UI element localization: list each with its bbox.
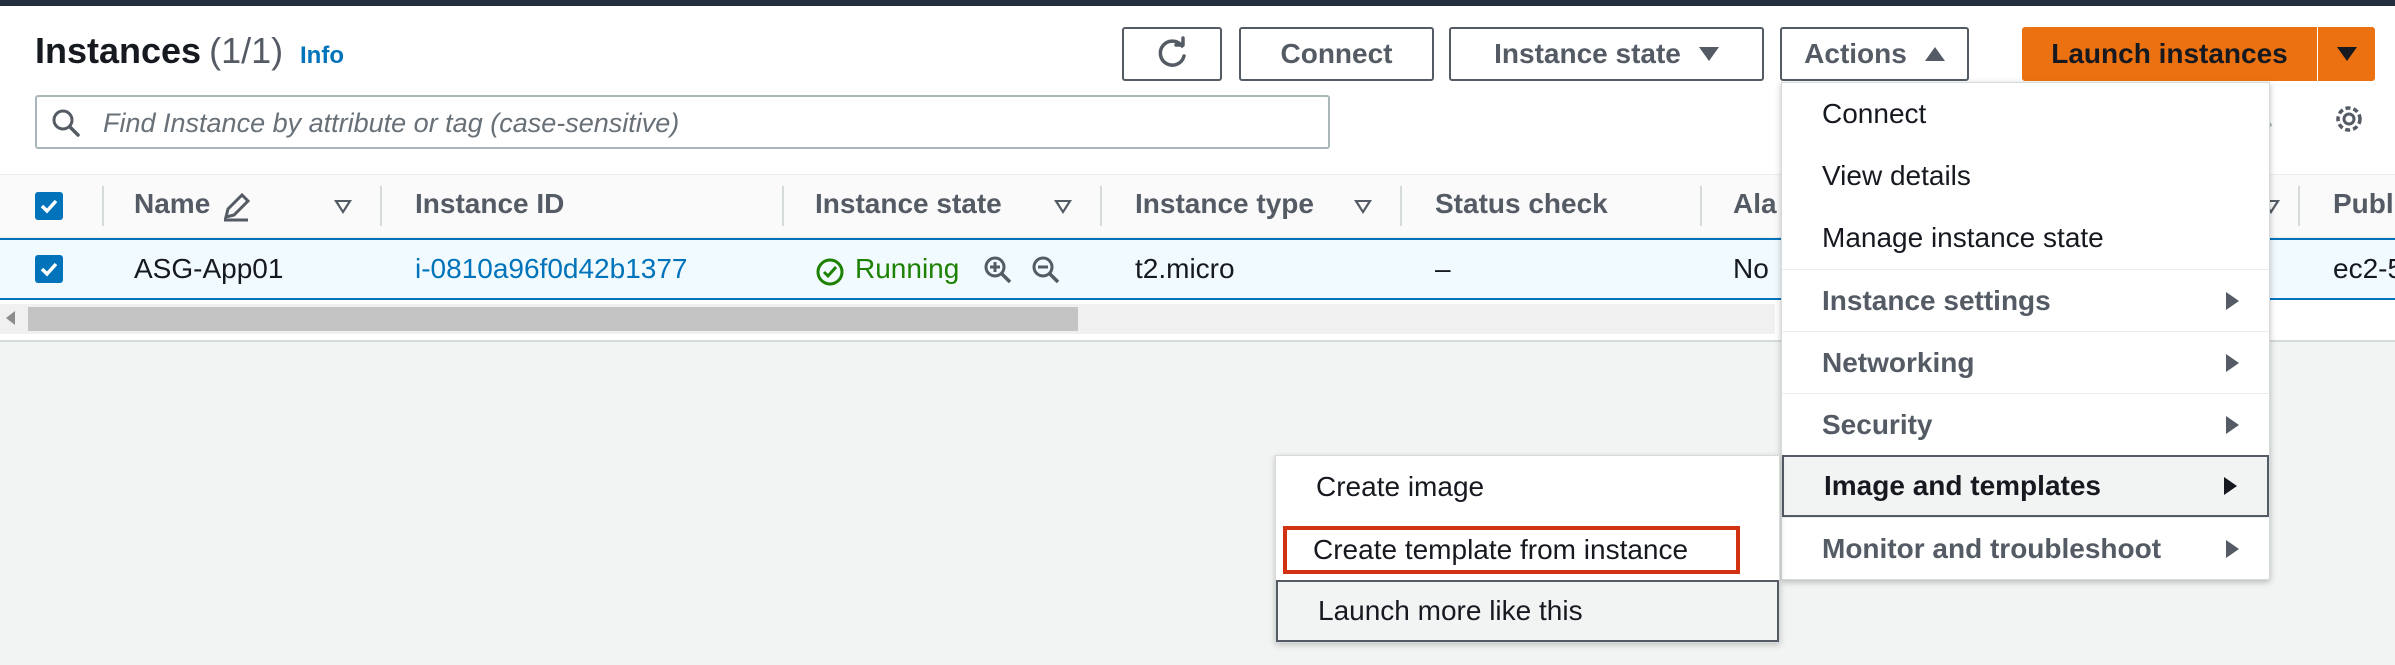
image-templates-submenu: Create image Create template from instan…: [1275, 455, 1780, 643]
column-name[interactable]: Name: [134, 188, 210, 220]
menu-item-label: View details: [1822, 160, 1971, 191]
alarm-status-value: No: [1733, 253, 1769, 284]
chevron-down-icon: [2336, 47, 2357, 61]
chevron-up-icon: [1924, 47, 1945, 61]
column-status-check[interactable]: Status check: [1435, 188, 1608, 220]
check-icon: [40, 262, 58, 277]
public-dns-value: ec2-5: [2333, 253, 2395, 284]
search-placeholder: Find Instance by attribute or tag (case-…: [103, 108, 680, 138]
launch-instances-button[interactable]: Launch instances: [2022, 27, 2317, 81]
refresh-icon: [1158, 36, 1186, 67]
instance-name: ASG-App01: [134, 253, 284, 284]
submenu-item-label: Create image: [1316, 471, 1485, 502]
column-alarm-status[interactable]: Ala: [1733, 188, 1777, 220]
menu-item-security[interactable]: Security: [1782, 393, 2269, 455]
column-instance-type[interactable]: Instance type: [1135, 188, 1314, 220]
menu-item-label: Networking: [1822, 346, 1975, 378]
scrollbar-thumb[interactable]: [28, 307, 1078, 331]
submenu-item-launch-more[interactable]: Launch more like this: [1276, 580, 1779, 642]
menu-item-label: Monitor and troubleshoot: [1822, 532, 2162, 564]
page-title: Instances (1/1): [35, 30, 283, 72]
search-input[interactable]: Find Instance by attribute or tag (case-…: [35, 95, 1330, 149]
menu-item-label: Security: [1822, 408, 1933, 440]
menu-item-view-details[interactable]: View details: [1782, 145, 2269, 207]
actions-menu: Connect View details Manage instance sta…: [1781, 82, 2270, 580]
chevron-right-icon: [2226, 415, 2239, 434]
chevron-right-icon: [2224, 477, 2237, 495]
edit-icon: [223, 192, 251, 222]
menu-item-label: Instance settings: [1822, 284, 2051, 316]
status-check-value: –: [1435, 253, 1451, 284]
chevron-right-icon: [2226, 353, 2239, 372]
info-link[interactable]: Info: [300, 42, 344, 70]
menu-item-label: Manage instance state: [1822, 222, 2104, 253]
zoom-out-icon[interactable]: [1031, 255, 1061, 285]
column-divider: [102, 186, 104, 226]
actions-label: Actions: [1804, 38, 1907, 69]
instance-count: (1/1): [209, 30, 284, 71]
menu-item-networking[interactable]: Networking: [1782, 331, 2269, 393]
zoom-in-icon[interactable]: [983, 255, 1013, 285]
instance-type-value: t2.micro: [1135, 253, 1235, 284]
menu-item-image-and-templates[interactable]: Image and templates: [1782, 455, 2269, 517]
connect-label: Connect: [1280, 38, 1393, 69]
menu-item-connect[interactable]: Connect: [1782, 83, 2269, 145]
column-divider[interactable]: [782, 186, 784, 226]
launch-options-button[interactable]: [2318, 27, 2375, 81]
select-all-checkbox[interactable]: [35, 192, 63, 220]
chevron-down-icon: [1698, 47, 1719, 61]
submenu-item-create-image[interactable]: Create image: [1276, 456, 1779, 518]
instance-id-link[interactable]: i-0810a96f0d42b1377: [415, 253, 687, 285]
column-instance-id[interactable]: Instance ID: [415, 188, 564, 220]
row-checkbox[interactable]: [35, 255, 63, 283]
check-icon: [40, 199, 58, 214]
gear-icon[interactable]: [2331, 101, 2367, 137]
chevron-right-icon: [2226, 291, 2239, 310]
submenu-item-label: Launch more like this: [1318, 595, 1583, 626]
column-divider[interactable]: [1400, 186, 1402, 226]
column-divider[interactable]: [2298, 186, 2300, 226]
menu-item-label: Connect: [1822, 98, 1927, 129]
submenu-item-create-template[interactable]: Create template from instance: [1283, 526, 1740, 574]
instance-state-button[interactable]: Instance state: [1449, 27, 1764, 81]
menu-item-label: Image and templates: [1824, 470, 2101, 501]
sort-icon[interactable]: [1054, 200, 1072, 214]
column-divider[interactable]: [380, 186, 382, 226]
sort-icon[interactable]: [334, 200, 352, 214]
menu-item-monitor-and-troubleshoot[interactable]: Monitor and troubleshoot: [1782, 517, 2269, 579]
column-divider[interactable]: [1700, 186, 1702, 226]
menu-item-manage-instance-state[interactable]: Manage instance state: [1782, 207, 2269, 269]
column-public-dns[interactable]: Publ: [2333, 188, 2394, 220]
column-instance-state[interactable]: Instance state: [815, 188, 1002, 220]
submenu-item-label: Create template from instance: [1313, 534, 1689, 565]
sort-icon[interactable]: [1354, 200, 1372, 214]
refresh-button[interactable]: [1122, 27, 1222, 81]
scroll-left-icon[interactable]: [6, 311, 15, 325]
instance-state-label: Instance state: [1494, 38, 1681, 69]
title-text: Instances: [35, 30, 202, 71]
actions-button[interactable]: Actions: [1780, 27, 1969, 81]
search-icon: [52, 109, 80, 137]
connect-button[interactable]: Connect: [1239, 27, 1434, 81]
column-divider[interactable]: [1100, 186, 1102, 226]
chevron-right-icon: [2226, 539, 2239, 558]
check-circle-icon: [816, 258, 844, 286]
menu-item-instance-settings[interactable]: Instance settings: [1782, 269, 2269, 331]
instance-state-value: Running: [855, 253, 960, 284]
